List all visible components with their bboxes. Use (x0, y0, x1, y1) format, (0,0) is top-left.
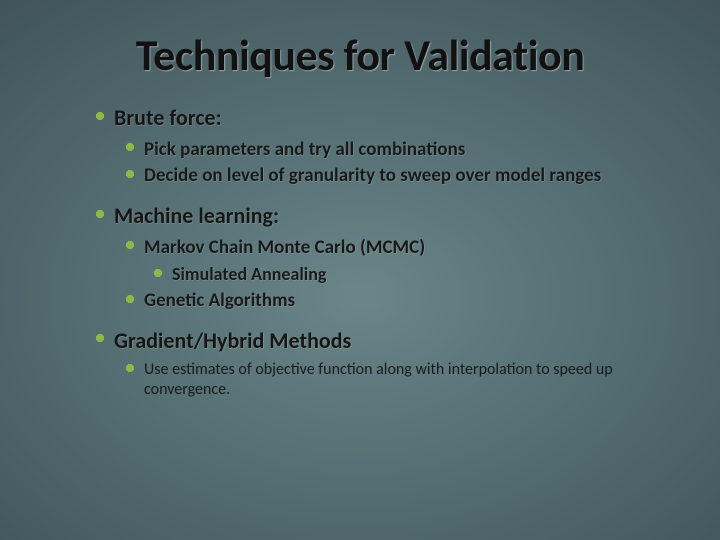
list-item: Genetic Algorithms (126, 289, 680, 313)
list-item: Decide on level of granularity to sweep … (126, 164, 680, 188)
section-heading: Machine learning: (114, 202, 279, 229)
list-item: Simulated Annealing (154, 263, 680, 286)
list-item: Brute force: Pick parameters and try all… (96, 104, 680, 188)
bullet-icon (126, 364, 134, 372)
section-heading: Gradient/Hybrid Methods (114, 327, 351, 354)
bullet-text: Decide on level of granularity to sweep … (144, 164, 601, 187)
bullet-icon (96, 210, 104, 218)
bullet-text: Simulated Annealing (172, 263, 326, 285)
subsublist: Simulated Annealing (126, 263, 680, 286)
list-item: Gradient/Hybrid Methods Use estimates of… (96, 327, 680, 401)
sublist: Markov Chain Monte Carlo (MCMC) Simulate… (96, 236, 680, 313)
bullet-icon (126, 143, 134, 151)
list-item: Markov Chain Monte Carlo (MCMC) Simulate… (126, 236, 680, 286)
bullet-text: Markov Chain Monte Carlo (MCMC) (144, 236, 425, 259)
sublist: Pick parameters and try all combinations… (96, 138, 680, 189)
content-list: Brute force: Pick parameters and try all… (0, 104, 720, 400)
list-item: Pick parameters and try all combinations (126, 138, 680, 162)
bullet-text: Use estimates of objective function alon… (144, 360, 613, 399)
slide-title: Techniques for Validation (0, 0, 720, 104)
bullet-icon (126, 170, 134, 178)
sublist: Use estimates of objective function alon… (96, 360, 680, 400)
bullet-text: Pick parameters and try all combinations (144, 138, 465, 161)
bullet-icon (126, 295, 134, 303)
list-item: Machine learning: Markov Chain Monte Car… (96, 202, 680, 313)
bullet-icon (126, 241, 134, 249)
section-heading: Brute force: (114, 104, 222, 131)
bullet-icon (96, 334, 104, 342)
list-item: Use estimates of objective function alon… (126, 360, 680, 400)
bullet-icon (96, 112, 104, 120)
bullet-icon (154, 269, 162, 277)
bullet-text: Genetic Algorithms (144, 289, 295, 312)
slide: Techniques for Validation Brute force: P… (0, 0, 720, 540)
